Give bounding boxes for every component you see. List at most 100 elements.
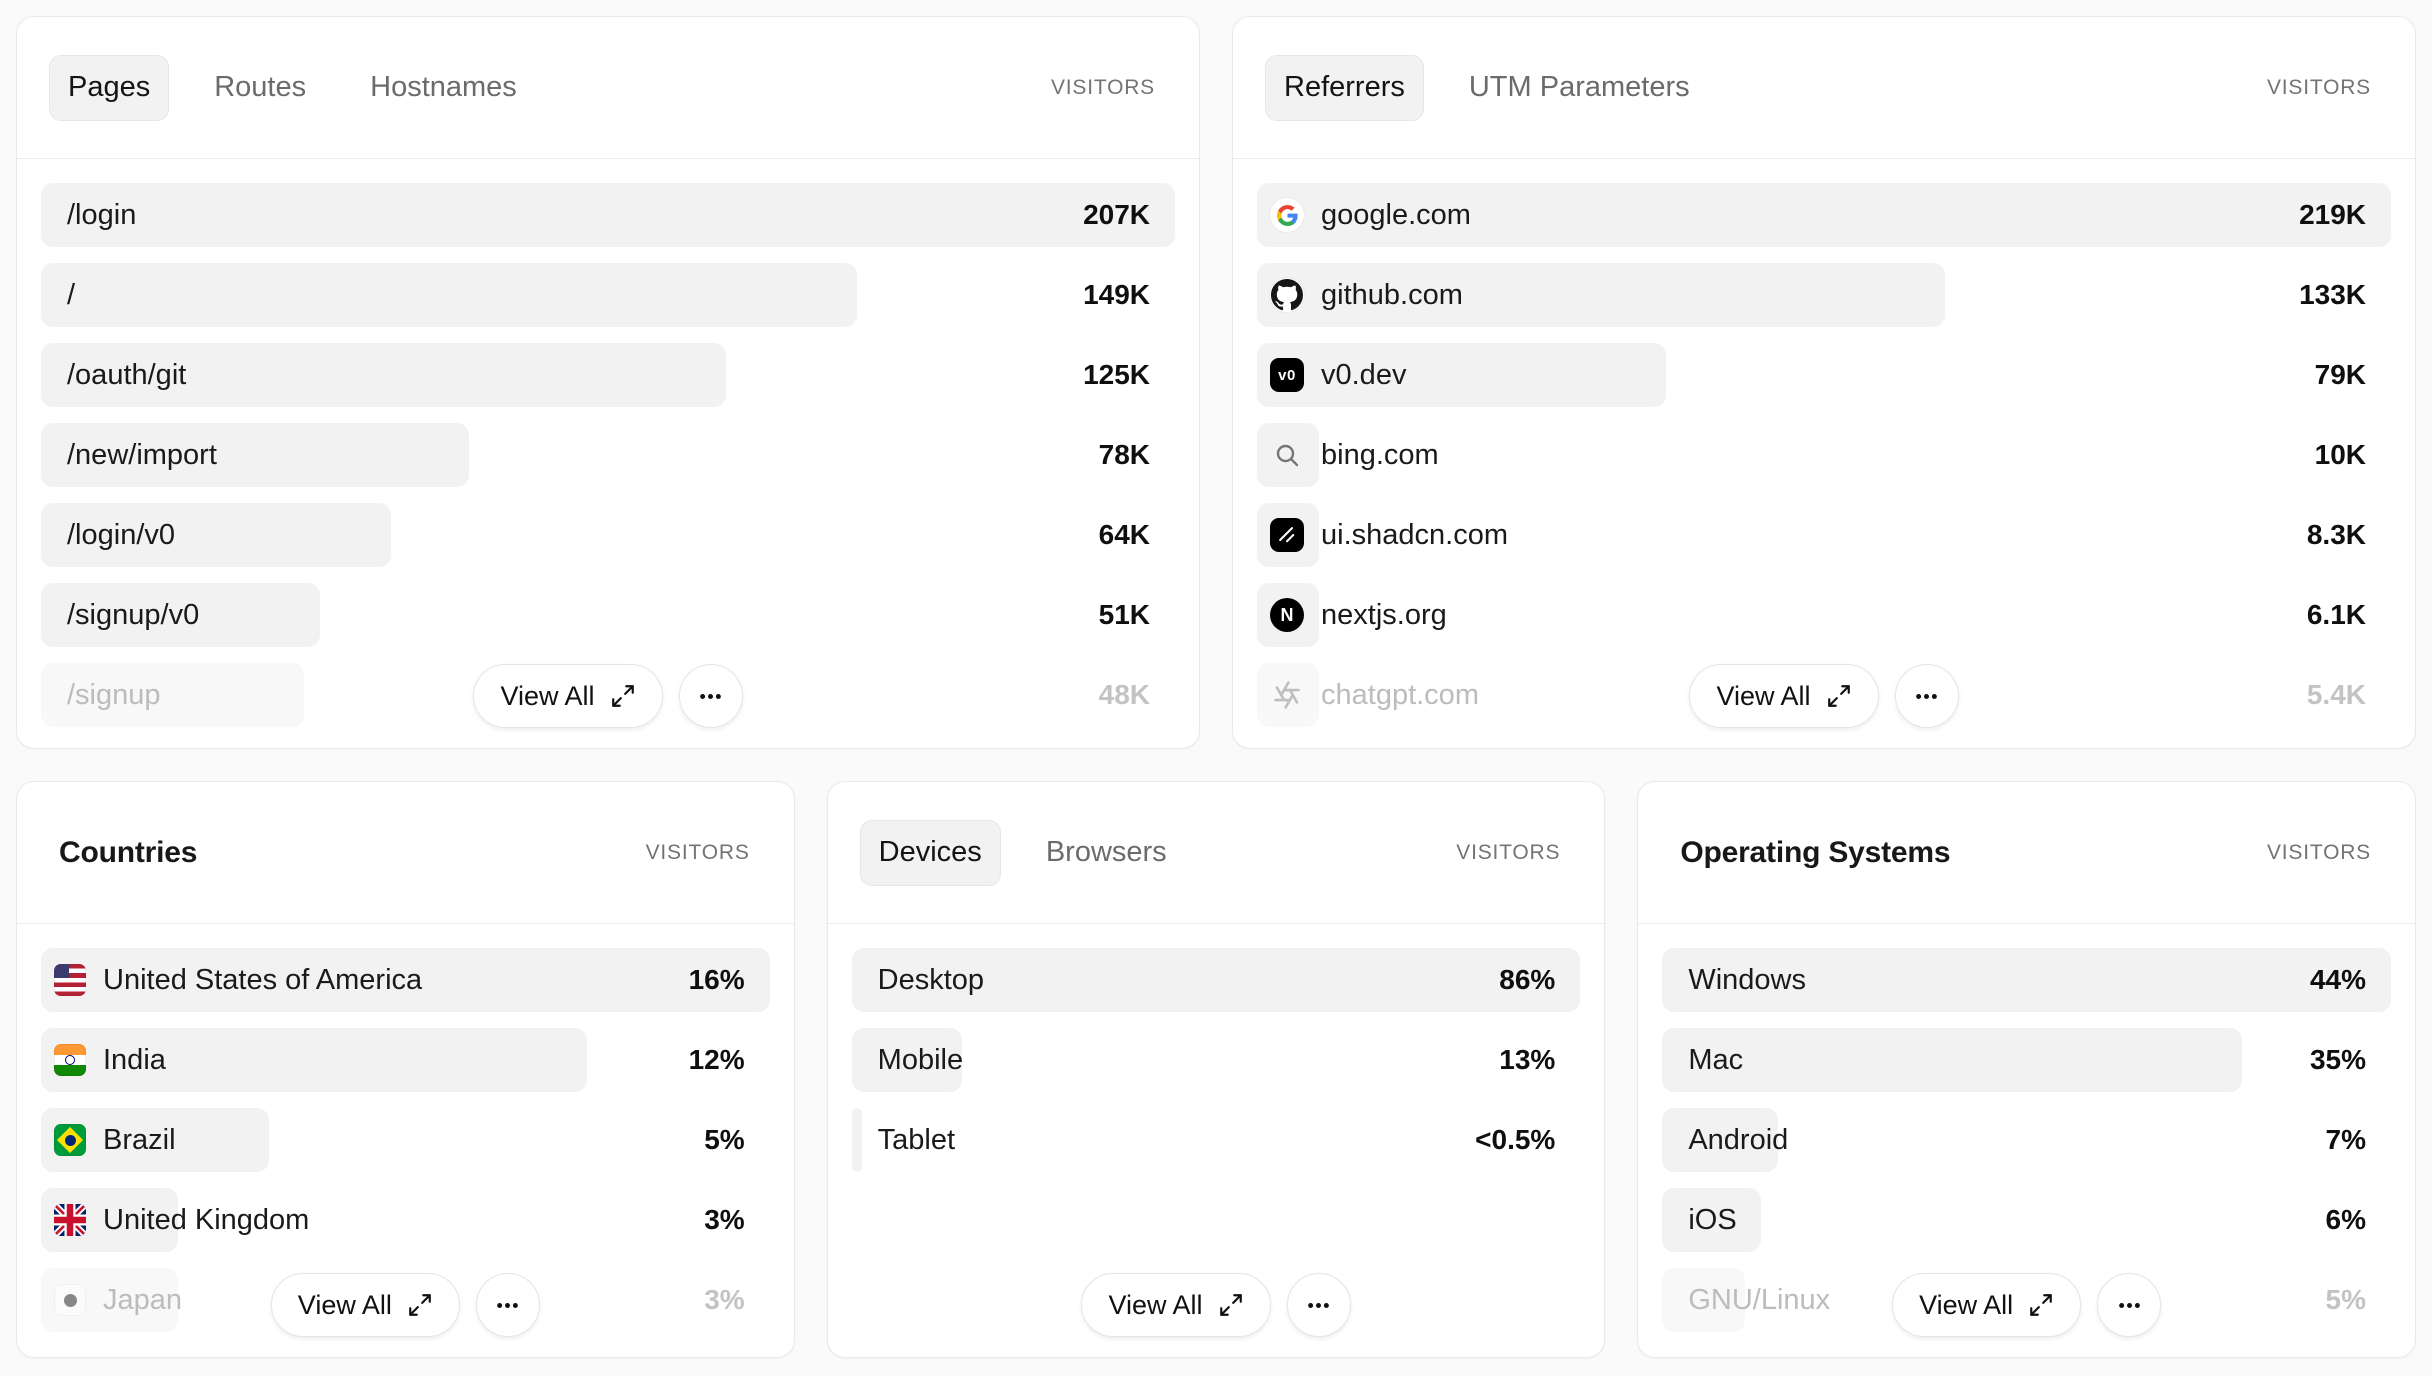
row-label: Mac <box>1662 1044 1743 1077</box>
card-title: Operating Systems <box>1680 836 1950 870</box>
more-options-button[interactable] <box>476 1273 540 1337</box>
visitors-column-header: VISITORS <box>2267 841 2371 865</box>
row-value: 5% <box>704 1124 744 1156</box>
flag-in-icon <box>54 1044 86 1076</box>
list-item[interactable]: iOS6% <box>1662 1188 2391 1252</box>
list-item[interactable]: Android7% <box>1662 1108 2391 1172</box>
devices-tabs: Devices Browsers <box>860 820 1186 886</box>
view-all-button[interactable]: View All <box>473 664 662 728</box>
list-item[interactable]: ui.shadcn.com 8.3K <box>1257 503 2391 567</box>
ellipsis-icon <box>1305 1292 1332 1319</box>
list-item[interactable]: /149K <box>41 263 1175 327</box>
view-all-button[interactable]: View All <box>271 1273 460 1337</box>
operating-systems-card-header: Operating Systems VISITORS <box>1638 782 2415 924</box>
row-value: 207K <box>1083 199 1150 231</box>
row-label: Tablet <box>852 1124 955 1157</box>
referrers-card: ReferrersUTM Parameters VISITORS google.… <box>1232 16 2416 749</box>
view-all-button[interactable]: View All <box>1689 664 1878 728</box>
row-value: 16% <box>689 964 745 996</box>
referrers-list: google.com 219K github.com133K v0v0.dev79K b… <box>1233 159 2415 748</box>
more-options-button[interactable] <box>1287 1273 1351 1337</box>
list-item[interactable]: v0v0.dev79K <box>1257 343 2391 407</box>
countries-list: United States of America 16% India12% Brazi… <box>17 924 794 1357</box>
row-label: Windows <box>1662 964 1806 997</box>
more-options-button[interactable] <box>1895 664 1959 728</box>
list-item[interactable]: bing.com 10K <box>1257 423 2391 487</box>
flag-br-icon <box>54 1124 86 1156</box>
row-value: 219K <box>2299 199 2366 231</box>
row-label: ui.shadcn.com <box>1257 518 1508 552</box>
ellipsis-icon <box>1913 683 1940 710</box>
row-value: 44% <box>2310 964 2366 996</box>
list-item[interactable]: Mobile13% <box>852 1028 1581 1092</box>
view-all-label: View All <box>298 1290 392 1321</box>
row-value: 3% <box>704 1204 744 1236</box>
row-label: google.com <box>1257 198 1471 232</box>
row-label: /oauth/git <box>41 359 186 392</box>
tab-hostnames[interactable]: Hostnames <box>351 55 536 121</box>
list-item[interactable]: /new/import 78K <box>41 423 1175 487</box>
more-options-button[interactable] <box>2097 1273 2161 1337</box>
list-item[interactable]: google.com 219K <box>1257 183 2391 247</box>
expand-icon <box>1826 683 1852 709</box>
ellipsis-icon <box>2116 1292 2143 1319</box>
devices-card: DevicesBrowsers VISITORS Desktop86%Mobil… <box>827 781 1606 1358</box>
google-icon <box>1270 198 1304 232</box>
list-item[interactable]: United States of America 16% <box>41 948 770 1012</box>
usage-bar <box>41 183 1175 247</box>
ellipsis-icon <box>697 683 724 710</box>
row-label: bing.com <box>1257 438 1439 472</box>
tab-browsers[interactable]: Browsers <box>1027 820 1186 886</box>
pages-list: /login207K/149K/oauth/git125K/new/import… <box>17 159 1199 748</box>
list-item[interactable]: India12% <box>41 1028 770 1092</box>
flag-gb-icon <box>54 1204 86 1236</box>
list-item[interactable]: Tablet<0.5% <box>852 1108 1581 1172</box>
row-value: 12% <box>689 1044 745 1076</box>
row-value: 10K <box>2315 439 2366 471</box>
row-label: /new/import <box>41 439 217 472</box>
referrers-card-header: ReferrersUTM Parameters VISITORS <box>1233 17 2415 159</box>
row-label: / <box>41 279 75 312</box>
row-value: 78K <box>1099 439 1150 471</box>
view-all-label: View All <box>500 681 594 712</box>
list-item[interactable]: /oauth/git125K <box>41 343 1175 407</box>
row-value: 86% <box>1499 964 1555 996</box>
list-item[interactable]: /signup/v051K <box>41 583 1175 647</box>
row-value: 133K <box>2299 279 2366 311</box>
card-title: Countries <box>59 836 197 870</box>
row-label: /login/v0 <box>41 519 175 552</box>
visitors-column-header: VISITORS <box>1051 76 1155 100</box>
list-item[interactable]: United Kingdom3% <box>41 1188 770 1252</box>
view-all-button[interactable]: View All <box>1081 1273 1270 1337</box>
row-label: United States of America <box>41 964 422 997</box>
list-item[interactable]: Nnextjs.org6.1K <box>1257 583 2391 647</box>
devices-list: Desktop86% Mobile13% Tablet<0.5% View All <box>828 924 1605 1357</box>
list-item[interactable]: github.com133K <box>1257 263 2391 327</box>
list-item[interactable]: Brazil5% <box>41 1108 770 1172</box>
row-value: 8.3K <box>2307 519 2366 551</box>
tab-utm-parameters[interactable]: UTM Parameters <box>1450 55 1709 121</box>
flag-us-icon <box>54 964 86 996</box>
expand-icon <box>610 683 636 709</box>
tab-referrers[interactable]: Referrers <box>1265 55 1424 121</box>
search-icon <box>1270 438 1304 472</box>
row-value: 35% <box>2310 1044 2366 1076</box>
list-item[interactable]: Mac 35% <box>1662 1028 2391 1092</box>
list-item[interactable]: Windows 44% <box>1662 948 2391 1012</box>
list-item[interactable]: /login/v064K <box>41 503 1175 567</box>
tab-devices[interactable]: Devices <box>860 820 1001 886</box>
list-item[interactable]: Desktop86% <box>852 948 1581 1012</box>
devices-card-header: DevicesBrowsers VISITORS <box>828 782 1605 924</box>
github-icon <box>1270 278 1304 312</box>
tab-routes[interactable]: Routes <box>195 55 325 121</box>
more-options-button[interactable] <box>679 664 743 728</box>
referrers-tabs: Referrers UTM Parameters <box>1265 55 1709 121</box>
view-all-button[interactable]: View All <box>1892 1273 2081 1337</box>
expand-icon <box>2028 1292 2054 1318</box>
tab-pages[interactable]: Pages <box>49 55 169 121</box>
list-item[interactable]: /login207K <box>41 183 1175 247</box>
view-all-label: View All <box>1716 681 1810 712</box>
row-value: 51K <box>1099 599 1150 631</box>
row-value: 79K <box>2315 359 2366 391</box>
shadcn-icon <box>1270 518 1304 552</box>
